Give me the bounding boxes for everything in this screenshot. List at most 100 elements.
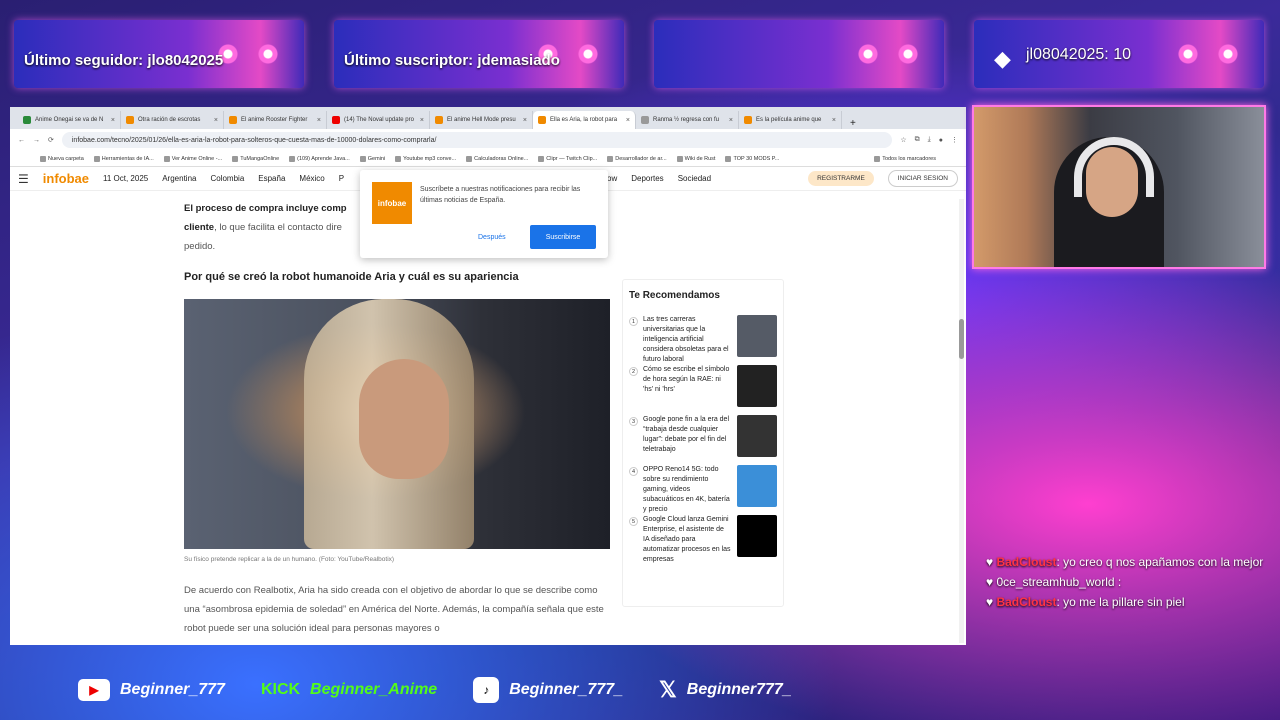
url-field[interactable]: infobae.com/tecno/2025/01/26/ella-es-ari… <box>61 132 893 148</box>
bookmark-item[interactable]: Wiki de Rust <box>676 155 715 162</box>
address-bar-row: ← → ⟳ infobae.com/tecno/2025/01/26/ella-… <box>10 129 966 151</box>
tab-favicon-icon <box>23 116 31 124</box>
neon-rings-icon <box>852 30 932 78</box>
notification-popup: infobae Suscríbete a nuestras notificaci… <box>360 170 608 258</box>
login-button[interactable]: INICIAR SESION <box>887 170 958 187</box>
close-icon[interactable]: × <box>214 117 218 124</box>
socials-bar: ▶ Beginner_777 KICK Beginner_Anime ♪ Beg… <box>0 660 1280 720</box>
extensions-icon[interactable]: ⧉ <box>915 136 920 144</box>
forward-icon[interactable]: → <box>33 137 40 144</box>
nav-deportes[interactable]: Deportes <box>631 174 663 183</box>
top-donor-text: jl08042025: 10 <box>1026 46 1131 63</box>
nav-mexico[interactable]: México <box>299 174 324 183</box>
bookmark-item[interactable]: Nueva carpeta <box>40 155 84 162</box>
chat-message: ♥ BadCloust: yo creo q nos apañamos con … <box>986 552 1276 572</box>
close-icon[interactable]: × <box>111 117 115 124</box>
close-icon[interactable]: × <box>626 117 630 124</box>
browser-tab[interactable]: Ranma ½ regresa con fu × <box>636 111 739 129</box>
browser-tab[interactable]: Anime Onegai se va de N × <box>18 111 121 129</box>
tab-label: Es la película anime que <box>756 117 822 123</box>
browser-tab[interactable]: (14) The Noval update pro × <box>327 111 430 129</box>
browser-tab[interactable]: Es la película anime que × <box>739 111 842 129</box>
close-icon[interactable]: × <box>523 117 527 124</box>
tab-label: (14) The Noval update pro <box>344 117 414 123</box>
bookmark-icon <box>289 155 296 162</box>
webcam-feed <box>972 105 1266 269</box>
browser-tab[interactable]: El anime Hell Mode presu × <box>430 111 533 129</box>
site-logo[interactable]: infobae <box>43 171 89 186</box>
bookmark-icon <box>466 155 473 162</box>
tab-favicon-icon <box>744 116 752 124</box>
all-bookmarks[interactable]: Todos los marcadores <box>874 155 936 162</box>
recommendation-thumbnail <box>737 315 777 357</box>
bookmarks-bar: Nueva carpeta Herramientas de IA... Ver An… <box>10 151 966 167</box>
bookmark-item[interactable]: Ver Anime Online -... <box>163 155 222 162</box>
bookmark-icon <box>538 155 545 162</box>
browser-tab[interactable]: El anime Rooster Fighter × <box>224 111 327 129</box>
badge-icon: ♥ <box>986 575 997 589</box>
browser-tab[interactable]: Ella es Aria, la robot para × <box>533 111 636 129</box>
star-icon[interactable]: ☆ <box>900 136 906 144</box>
nav-sociedad[interactable]: Sociedad <box>678 174 711 183</box>
bookmark-item[interactable]: Youtube mp3 conve... <box>395 155 456 162</box>
nav-partial[interactable]: P <box>339 174 344 183</box>
hamburger-icon[interactable]: ☰ <box>18 172 29 186</box>
recommendation-thumbnail <box>737 465 777 507</box>
download-icon[interactable]: ⤓ <box>928 136 931 144</box>
bookmark-item[interactable]: Clipr — Twitch Clip... <box>538 155 597 162</box>
bookmark-item[interactable]: Herramientas de IA... <box>93 155 154 162</box>
reload-icon[interactable]: ⟳ <box>48 136 54 144</box>
recommendation-title: Google pone fin a la era del “trabaja de… <box>643 416 730 453</box>
folder-icon <box>874 155 881 162</box>
article-heading: Por qué se creó la robot humanoide Aria … <box>184 271 519 283</box>
menu-icon[interactable]: ⋮ <box>951 136 958 144</box>
close-icon[interactable]: × <box>832 117 836 124</box>
browser-tab[interactable]: Otra ración de escrotas × <box>121 111 224 129</box>
recommendation-item[interactable]: 5 Google Cloud lanza Gemini Enterprise, e… <box>629 515 777 563</box>
chat-text: : yo creo q nos apañamos con la mejor <box>1056 555 1264 569</box>
rank-number: 2 <box>629 367 638 376</box>
scrollbar-thumb[interactable] <box>959 319 964 359</box>
recommendation-title: Cómo se escribe el símbolo de hora según… <box>643 366 730 393</box>
register-button[interactable]: REGISTRARME <box>808 171 874 186</box>
bookmark-item[interactable]: Gemini <box>359 155 385 162</box>
bookmark-item[interactable]: TuMangaOnline <box>232 155 279 162</box>
profile-icon[interactable]: ● <box>939 137 943 144</box>
new-tab-icon[interactable]: + <box>842 118 864 129</box>
bookmark-icon <box>395 155 402 162</box>
recommendation-item[interactable]: 4 OPPO Reno14 5G: todo sobre su rendimien… <box>629 465 777 513</box>
bookmark-icon <box>232 155 239 162</box>
tab-strip: Anime Onegai se va de N × Otra ración de e… <box>10 107 966 129</box>
last-follower-text: Último seguidor: jlo8042025 <box>24 52 224 69</box>
close-icon[interactable]: × <box>420 117 424 124</box>
nav-espana[interactable]: España <box>258 174 285 183</box>
last-subscriber-text: Último suscriptor: jdemasiado <box>344 52 560 69</box>
chat-text: : yo me la pillare sin piel <box>1056 595 1185 609</box>
nav-colombia[interactable]: Colombia <box>210 174 244 183</box>
x-icon: 𝕏 <box>659 677 677 702</box>
tab-label: Anime Onegai se va de N <box>35 117 104 123</box>
recommendations-title: Te Recomendamos <box>629 290 720 301</box>
page-scrollbar[interactable] <box>959 199 964 643</box>
later-button[interactable]: Después <box>478 234 506 241</box>
close-icon[interactable]: × <box>729 117 733 124</box>
nav-argentina[interactable]: Argentina <box>162 174 196 183</box>
recommendation-thumbnail <box>737 515 777 557</box>
close-icon[interactable]: × <box>317 117 321 124</box>
back-icon[interactable]: ← <box>18 137 25 144</box>
recommendation-item[interactable]: 1 Las tres carreras universitarias que la… <box>629 315 777 363</box>
bookmark-item[interactable]: TOP 30 MODS P... <box>725 155 779 162</box>
recommendation-item[interactable]: 3 Google pone fin a la era del “trabaja d… <box>629 415 777 457</box>
bookmark-icon <box>40 155 46 162</box>
chat-username: BadCloust <box>996 595 1057 609</box>
neon-panel <box>654 20 944 88</box>
bookmark-item[interactable]: Desarrollador de ar... <box>607 155 667 162</box>
chat-overlay: ♥ BadCloust : yo creo q nos apañamos con … <box>986 552 1276 612</box>
bookmark-icon <box>607 155 614 162</box>
url-text: infobae.com/tecno/2025/01/26/ella-es-ari… <box>71 136 437 144</box>
bookmark-icon <box>725 155 732 162</box>
bookmark-item[interactable]: (109) Aprende Java... <box>289 155 350 162</box>
bookmark-item[interactable]: Calculadoras Online... <box>466 155 528 162</box>
subscribe-button[interactable]: Suscribirse <box>530 225 596 249</box>
recommendation-item[interactable]: 2 Cómo se escribe el símbolo de hora segú… <box>629 365 777 407</box>
